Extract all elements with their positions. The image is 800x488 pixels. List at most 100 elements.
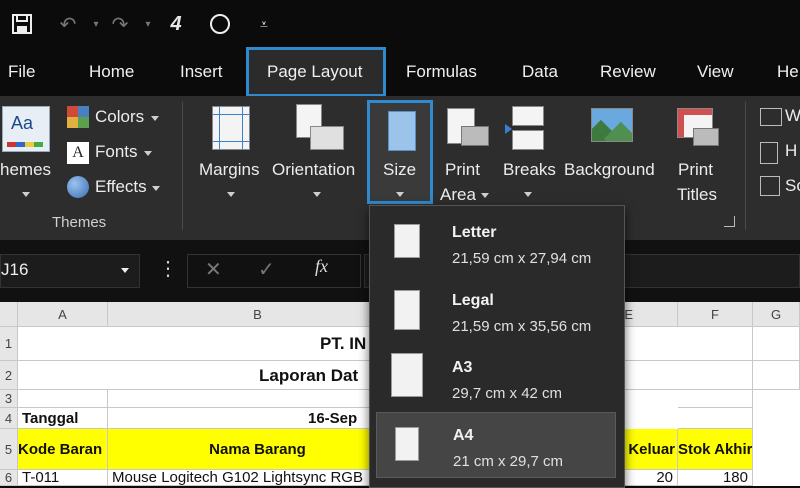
quick-access-toolbar: ↶ ▾ ↷ ▾ 4 ⩡ — [0, 0, 800, 48]
ribbon-tabs: File Home Insert Page Layout Formulas Da… — [0, 47, 800, 97]
tab-view[interactable]: View — [697, 48, 734, 96]
row-header-3[interactable]: 3 — [0, 390, 18, 408]
undo-icon[interactable]: ↶ — [54, 10, 82, 38]
height-label[interactable]: H — [785, 141, 797, 161]
row-header-6[interactable]: 6 — [0, 470, 18, 486]
margins-button[interactable]: Margins — [199, 160, 259, 180]
themes-icon[interactable]: Aa — [2, 106, 50, 152]
cell-a3[interactable] — [18, 390, 108, 408]
cell-nama-barang[interactable]: Mouse Logitech G102 Lightsync RGB — [108, 470, 408, 486]
size-option-name: Letter — [452, 224, 497, 241]
redo-icon[interactable]: ↷ — [106, 10, 134, 38]
page-setup-launcher-icon[interactable] — [724, 216, 735, 227]
width-label[interactable]: W — [785, 106, 800, 126]
tab-insert[interactable]: Insert — [180, 48, 223, 96]
print-titles-label-1[interactable]: Print — [678, 160, 713, 180]
row-header-2[interactable]: 2 — [0, 361, 18, 390]
background-button[interactable]: Background — [564, 160, 655, 180]
tab-data[interactable]: Data — [522, 48, 558, 96]
header-nama-barang[interactable]: Nama Barang — [108, 429, 408, 470]
size-option-a4[interactable]: A4 21 cm x 29,7 cm — [376, 412, 616, 478]
tab-file[interactable]: File — [8, 48, 35, 96]
fonts-chevron-down-icon[interactable] — [144, 151, 152, 156]
scale-label[interactable]: So — [785, 176, 800, 196]
size-button-label: Size — [383, 160, 417, 179]
more-options-icon[interactable]: ⋮ — [158, 256, 178, 281]
fonts-icon: A — [67, 142, 89, 164]
size-option-legal[interactable]: Legal 21,59 cm x 35,56 cm — [376, 278, 616, 344]
cancel-icon[interactable]: ✕ — [205, 257, 222, 282]
save-icon[interactable] — [8, 10, 36, 38]
name-box-chevron-down-icon[interactable] — [121, 268, 129, 273]
customize-toolbar-icon[interactable]: ⩡ — [250, 10, 278, 38]
breaks-button[interactable]: Breaks — [503, 160, 556, 180]
cell-g1[interactable] — [753, 327, 800, 361]
size-option-dimensions: 21 cm x 29,7 cm — [453, 453, 564, 470]
themes-chevron-down-icon[interactable] — [22, 192, 30, 197]
orientation-button[interactable]: Orientation — [272, 160, 355, 180]
tab-review[interactable]: Review — [600, 48, 656, 96]
column-header-a[interactable]: A — [18, 302, 108, 327]
size-option-a3[interactable]: A3 29,7 cm x 42 cm — [376, 345, 616, 411]
header-stok-akhir[interactable]: Stok Akhir — [678, 429, 753, 470]
name-box[interactable]: J16 — [0, 254, 140, 288]
print-area-chevron-down-icon[interactable] — [481, 193, 489, 198]
size-option-dimensions: 21,59 cm x 35,56 cm — [452, 318, 592, 335]
group-divider — [182, 102, 183, 230]
colors-icon — [67, 106, 89, 128]
print-area-label-2[interactable]: Area — [440, 185, 476, 205]
fonts-button[interactable]: Fonts — [95, 142, 138, 162]
column-header-f[interactable]: F — [678, 302, 753, 327]
header-kode-barang[interactable]: Kode Baran — [18, 429, 108, 470]
circle-icon[interactable] — [206, 10, 234, 38]
cell-g2[interactable] — [753, 361, 800, 390]
column-header-g[interactable]: G — [753, 302, 800, 327]
report-title: Laporan Dat — [259, 366, 359, 385]
orientation-landscape-page — [310, 126, 344, 150]
size-chevron-down-icon — [396, 192, 404, 197]
size-button[interactable]: Size — [367, 100, 433, 204]
breaks-icon[interactable] — [512, 106, 544, 126]
tab-formulas[interactable]: Formulas — [406, 48, 477, 96]
print-titles-label-2[interactable]: Titles — [677, 185, 717, 205]
margins-chevron-down-icon[interactable] — [227, 192, 235, 197]
row-header-1[interactable]: 1 — [0, 327, 18, 361]
tanggal-label[interactable]: Tanggal — [18, 408, 108, 429]
cell-f4[interactable] — [678, 408, 753, 429]
effects-chevron-down-icon[interactable] — [152, 186, 160, 191]
background-icon[interactable] — [591, 108, 633, 142]
touch-mode-icon[interactable]: 4 — [162, 10, 190, 38]
enter-icon[interactable]: ✓ — [258, 257, 275, 282]
cell-kode-barang[interactable]: T-011 — [18, 470, 108, 486]
print-area-label-1[interactable]: Print — [445, 160, 480, 180]
tab-help[interactable]: He — [777, 48, 799, 96]
effects-icon — [67, 176, 89, 198]
company-title: PT. IN — [320, 334, 367, 353]
select-all-corner[interactable] — [0, 302, 18, 327]
margins-icon[interactable] — [212, 106, 250, 150]
themes-button-label[interactable]: hemes — [0, 160, 51, 180]
size-option-letter[interactable]: Letter 21,59 cm x 27,94 cm — [376, 210, 616, 276]
legal-page-icon — [394, 290, 420, 330]
tab-home[interactable]: Home — [89, 48, 134, 96]
tanggal-value[interactable]: 16-Sep — [108, 408, 408, 429]
insert-function-icon[interactable]: fx — [315, 256, 328, 277]
row-header-4[interactable]: 4 — [0, 408, 18, 429]
size-dropdown-menu: Letter 21,59 cm x 27,94 cm Legal 21,59 c… — [369, 205, 625, 488]
colors-button[interactable]: Colors — [95, 107, 144, 127]
column-header-b[interactable]: B — [108, 302, 408, 327]
tab-page-layout[interactable]: Page Layout — [246, 47, 386, 97]
height-icon — [760, 142, 778, 164]
colors-chevron-down-icon[interactable] — [151, 116, 159, 121]
redo-dropdown-icon[interactable]: ▾ — [134, 10, 162, 38]
row-header-5[interactable]: 5 — [0, 429, 18, 470]
breaks-page-icon — [512, 130, 544, 150]
breaks-chevron-down-icon[interactable] — [524, 192, 532, 197]
effects-button[interactable]: Effects — [95, 177, 147, 197]
cell-b3[interactable] — [108, 390, 408, 408]
cell-f3[interactable] — [678, 390, 753, 408]
cell-stok-akhir[interactable]: 180 — [678, 470, 753, 486]
a3-page-icon — [391, 353, 423, 397]
size-option-name: A3 — [452, 359, 473, 376]
orientation-chevron-down-icon[interactable] — [313, 192, 321, 197]
